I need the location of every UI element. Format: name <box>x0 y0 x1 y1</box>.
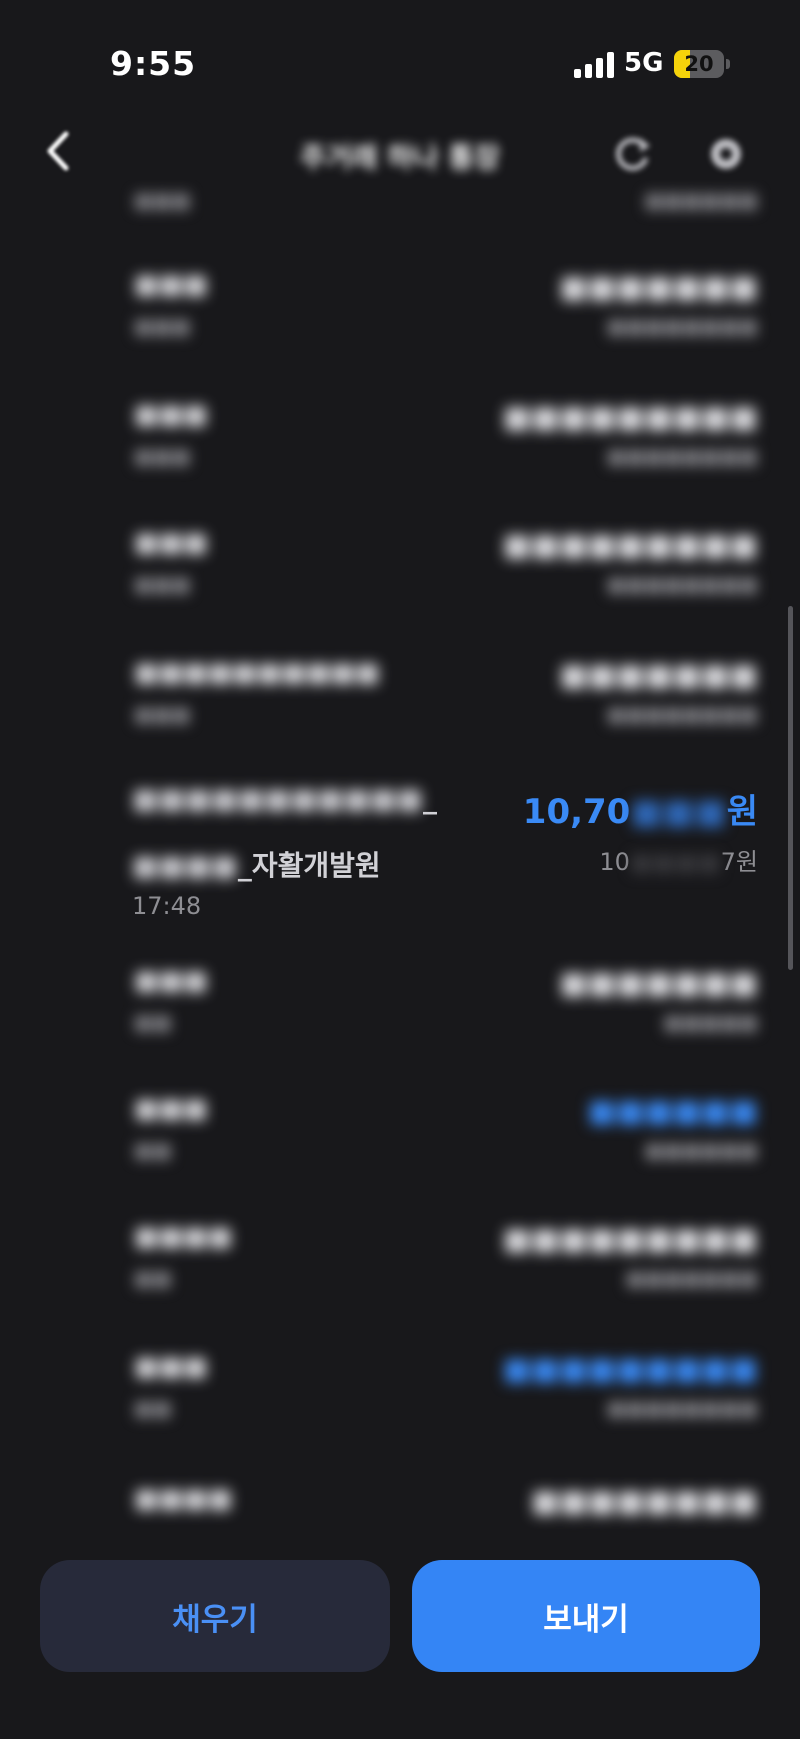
nav-header: 주거래 하나 통장 <box>0 120 800 180</box>
list-item[interactable]: ■■■ ■■■ ■■■■■■■ ■■■■■■■■ <box>0 270 800 390</box>
page-title: 주거래 하나 통장 <box>300 141 500 174</box>
settings-button[interactable] <box>704 132 748 176</box>
battery-cap <box>726 59 730 69</box>
send-button[interactable]: 보내기 <box>412 1560 760 1672</box>
list-item[interactable]: ■■■ ■■■ ■■■■■■■■■ ■■■■■■■■ <box>0 400 800 520</box>
masked-name-part: ■■■■■■■■■■■ <box>132 782 424 815</box>
fill-button[interactable]: 채우기 <box>40 1560 390 1672</box>
transaction-list[interactable]: ■■■ ■■■■■■ ■■■ ■■■ ■■■■■■■ ■■■■■■■■ ■■■ ■■■… <box>0 180 800 1600</box>
network-type: 5G <box>624 48 664 78</box>
refresh-icon <box>616 137 650 171</box>
transaction-name-line2: ■■■■_자활개발원 <box>132 849 381 882</box>
list-item[interactable]: ■■■ ■■■ ■■■■■■■■■ ■■■■■■■■ <box>0 528 800 648</box>
scrollbar[interactable] <box>788 606 793 970</box>
list-item[interactable]: ■■■ ■■ ■■■■■■■■■ ■■■■■■■■ <box>0 1352 800 1472</box>
battery-icon: 20 <box>674 50 724 78</box>
masked-balance: ■■■■ <box>629 848 721 876</box>
masked-name-part: ■■■■ <box>132 849 238 882</box>
list-item[interactable]: ■■■■■ ■■■■■■■■■■■■ <box>0 1094 800 1214</box>
list-item[interactable]: ■■■■■■■■■■ ■■■ ■■■■■■■ ■■■■■■■■ <box>0 658 800 778</box>
status-bar: 9:55 5G 20 <box>0 0 800 130</box>
list-item[interactable]: ■■■■■ ■■■■■■■■■■■■ <box>0 966 800 1086</box>
transaction-amount: 10,70■■■원 <box>522 792 758 832</box>
refresh-button[interactable] <box>610 132 654 176</box>
transaction-balance: 10■■■■7원 <box>599 848 758 876</box>
cellular-signal-icon <box>574 52 614 78</box>
gear-icon <box>711 139 741 169</box>
battery-percent: 20 <box>684 52 714 76</box>
transaction-time: 17:48 <box>132 892 202 920</box>
masked-amount: ■■■ <box>630 792 727 832</box>
clock: 9:55 <box>110 44 197 83</box>
list-item[interactable]: ■■■■ ■■ ■■■■■■■■■ ■■■■■■■ <box>0 1222 800 1342</box>
transaction-name-line1: ■■■■■■■■■■■_ <box>132 782 438 815</box>
